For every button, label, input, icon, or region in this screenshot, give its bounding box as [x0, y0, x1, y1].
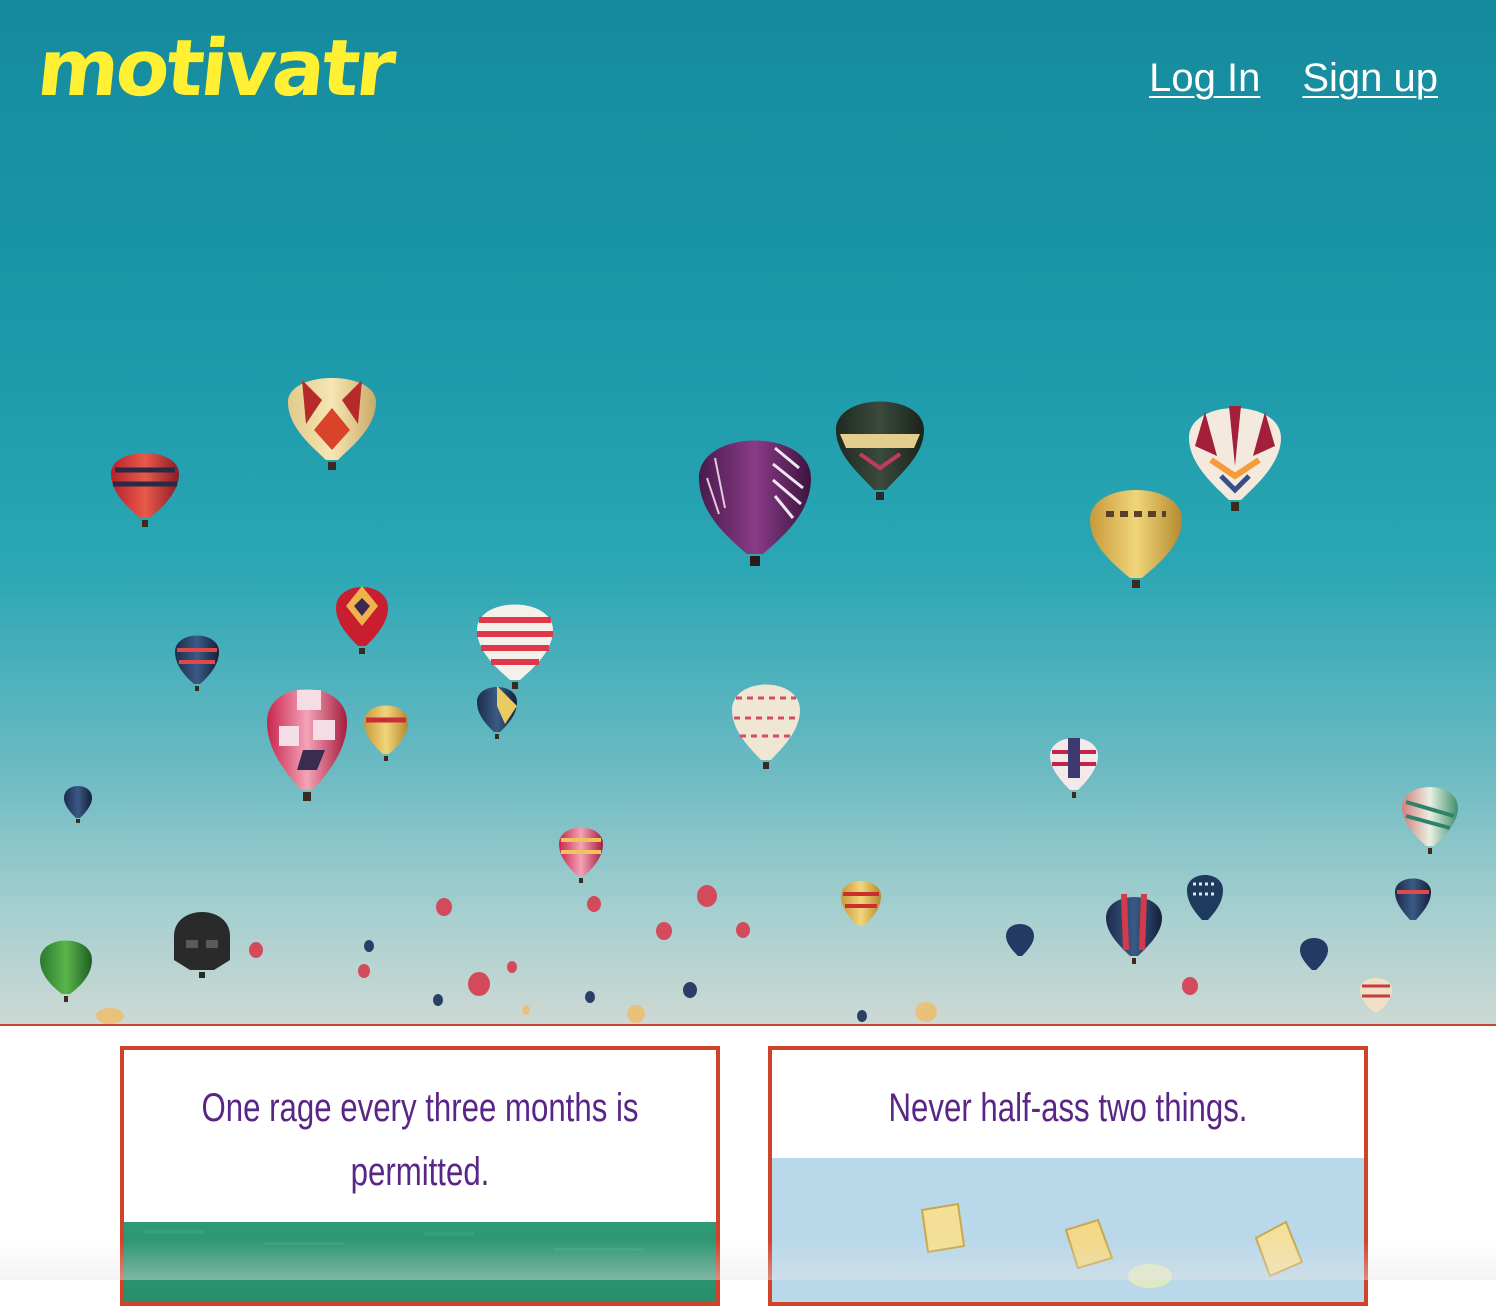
- quote-card[interactable]: Never half-ass two things.: [768, 1046, 1368, 1306]
- brand-logo[interactable]: motivatr: [33, 24, 397, 114]
- hero-image: motivatr Log In Sign up: [0, 0, 1496, 1024]
- quote-card[interactable]: One rage every three months is permitted…: [120, 1046, 720, 1306]
- top-nav: Log In Sign up: [1149, 56, 1438, 101]
- quote-text: One rage every three months is permitted…: [201, 1086, 639, 1194]
- card-image-pineapple: [772, 1158, 1364, 1302]
- login-link[interactable]: Log In: [1149, 56, 1260, 101]
- hot-air-balloons-illustration: [40, 378, 1458, 1024]
- card-image-green-field: [124, 1222, 716, 1302]
- grass-texture: [144, 1230, 644, 1251]
- quote-text: Never half-ass two things.: [888, 1086, 1248, 1130]
- signup-link[interactable]: Sign up: [1302, 56, 1438, 101]
- pineapple-pieces: [920, 1202, 1304, 1288]
- hero-divider: [0, 1024, 1496, 1026]
